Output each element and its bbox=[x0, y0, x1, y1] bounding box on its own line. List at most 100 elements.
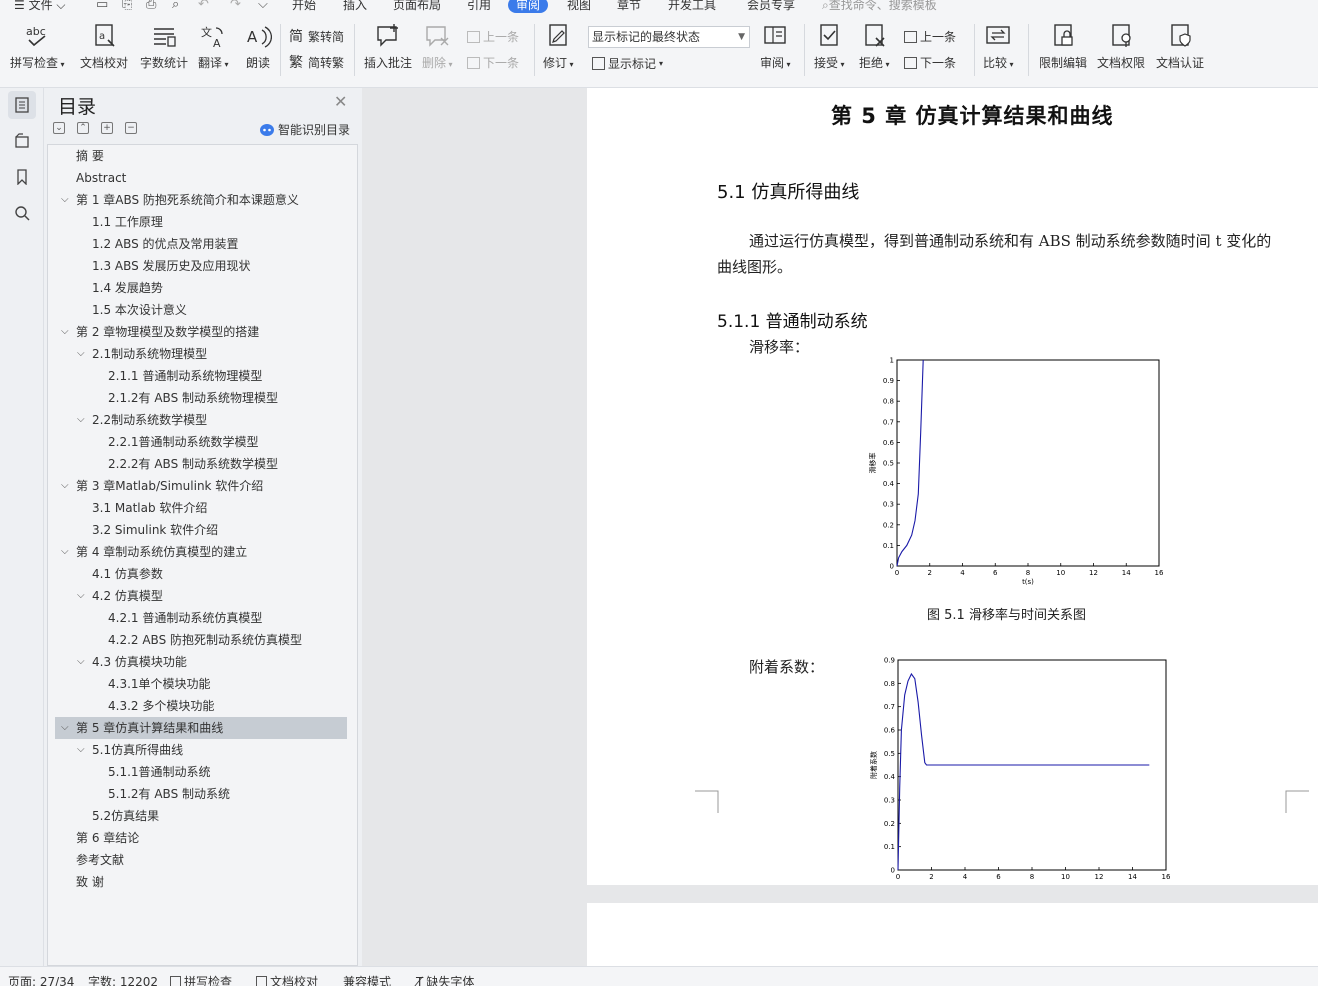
next-comment-button[interactable]: 下一条 bbox=[467, 54, 519, 71]
track-changes-button[interactable]: 修订 ▾ bbox=[543, 22, 574, 71]
preview-icon[interactable]: ⌕ bbox=[172, 0, 179, 12]
reject-button[interactable]: 拒绝 ▾ bbox=[859, 22, 890, 71]
missing-font-indicator[interactable]: T̸ 缺失字体 bbox=[416, 973, 474, 986]
delete-comment-button[interactable]: 删除 ▾ bbox=[422, 22, 453, 71]
bookmark-button[interactable] bbox=[8, 163, 36, 191]
toc-item[interactable]: 2.2.2有 ABS 制动系统数学模型 bbox=[48, 453, 348, 475]
toc-item[interactable]: 5.2仿真结果 bbox=[48, 805, 348, 827]
tab-insert[interactable]: 插入 bbox=[343, 0, 367, 13]
file-menu[interactable]: ☰ 文件 ⌵ bbox=[14, 0, 66, 13]
chevron-down-icon[interactable]: ⌵ bbox=[77, 343, 85, 365]
toc-item[interactable]: 4.3.1单个模块功能 bbox=[48, 673, 348, 695]
accept-button[interactable]: 接受 ▾ bbox=[814, 22, 845, 71]
status-proofread[interactable]: 文档校对 bbox=[256, 973, 318, 986]
toc-item[interactable]: ⌵ 第 2 章物理模型及数学模型的搭建 bbox=[48, 321, 348, 343]
toc-panel-button[interactable] bbox=[8, 91, 36, 119]
print-icon[interactable]: ⎙ bbox=[146, 0, 156, 12]
collapse-all-icon[interactable]: ⌄ bbox=[53, 122, 65, 134]
word-count-indicator[interactable]: 字数: 12202 bbox=[88, 973, 158, 986]
smart-toc-button[interactable]: 智能识别目录 bbox=[260, 121, 350, 138]
toc-item[interactable]: ⌵ 4.2 仿真模型 bbox=[48, 585, 348, 607]
expand-up-icon[interactable]: ⌃ bbox=[77, 122, 89, 134]
find-button[interactable] bbox=[8, 199, 36, 227]
toc-item[interactable]: 1.5 本次设计意义 bbox=[48, 299, 348, 321]
toc-item[interactable]: 4.2.2 ABS 防抱死制动系统仿真模型 bbox=[48, 629, 348, 651]
toc-item[interactable]: 摘 要 bbox=[48, 145, 348, 167]
chevron-down-icon[interactable]: ⌵ bbox=[61, 475, 69, 497]
insert-comment-button[interactable]: 插入批注 bbox=[364, 22, 412, 71]
toc-item[interactable]: 5.1.1普通制动系统 bbox=[48, 761, 348, 783]
toc-item[interactable]: 2.1.2有 ABS 制动系统物理模型 bbox=[48, 387, 348, 409]
next-change-button[interactable]: 下一条 bbox=[904, 54, 956, 71]
toc-item[interactable]: 参考文献 bbox=[48, 849, 348, 871]
toc-item[interactable]: 1.2 ABS 的优点及常用装置 bbox=[48, 233, 348, 255]
chevron-down-icon[interactable]: ⌵ bbox=[61, 189, 69, 211]
tab-layout[interactable]: 页面布局 bbox=[393, 0, 441, 13]
toc-item[interactable]: 3.1 Matlab 软件介绍 bbox=[48, 497, 348, 519]
doc-certify-button[interactable]: 文档认证 bbox=[1156, 22, 1204, 71]
show-markup-button[interactable]: 显示标记 ▾ bbox=[592, 55, 663, 72]
toc-item[interactable]: 4.2.1 普通制动系统仿真模型 bbox=[48, 607, 348, 629]
toc-item[interactable]: ⌵ 第 5 章仿真计算结果和曲线 bbox=[55, 717, 347, 739]
compat-mode-indicator[interactable]: 兼容模式 bbox=[343, 973, 391, 986]
toc-item[interactable]: 5.1.2有 ABS 制动系统 bbox=[48, 783, 348, 805]
chevron-down-icon[interactable]: ⌵ bbox=[61, 717, 69, 739]
toc-item[interactable]: 1.4 发展趋势 bbox=[48, 277, 348, 299]
tab-developer[interactable]: 开发工具 bbox=[668, 0, 716, 13]
export-icon[interactable]: ⎘ bbox=[122, 0, 132, 12]
tab-references[interactable]: 引用 bbox=[467, 0, 491, 13]
save-icon[interactable]: ▭ bbox=[96, 0, 108, 12]
toc-item[interactable]: 4.3.2 多个模块功能 bbox=[48, 695, 348, 717]
compare-button[interactable]: 比较 ▾ bbox=[983, 22, 1014, 71]
word-count-button[interactable]: 字数统计 bbox=[140, 22, 188, 71]
review-pane-button[interactable]: 审阅 ▾ bbox=[760, 22, 791, 71]
redo-icon[interactable]: ↷ bbox=[230, 0, 241, 12]
toc-item[interactable]: ⌵ 第 1 章ABS 防抱死系统简介和本课题意义 bbox=[48, 189, 348, 211]
proofread-button[interactable]: a 文档校对 bbox=[80, 22, 128, 71]
chevron-down-icon[interactable]: ⌵ bbox=[61, 321, 69, 343]
toc-item[interactable]: Abstract bbox=[48, 167, 348, 189]
trad-to-simp-button[interactable]: 简 繁转简 bbox=[289, 28, 344, 45]
markup-state-select[interactable]: 显示标记的最终状态 ▼ bbox=[588, 26, 750, 48]
chapter-nav-button[interactable] bbox=[8, 127, 36, 155]
chevron-down-icon[interactable]: ⌵ bbox=[77, 409, 85, 431]
add-level-icon[interactable]: + bbox=[101, 122, 113, 134]
toc-item[interactable]: ⌵ 2.2制动系统数学模型 bbox=[48, 409, 348, 431]
remove-level-icon[interactable]: − bbox=[125, 122, 137, 134]
toc-item[interactable]: 3.2 Simulink 软件介绍 bbox=[48, 519, 348, 541]
tab-view[interactable]: 视图 bbox=[567, 0, 591, 13]
status-spell-check[interactable]: 拼写检查 bbox=[170, 973, 232, 986]
toc-item[interactable]: 2.2.1普通制动系统数学模型 bbox=[48, 431, 348, 453]
simp-to-trad-button[interactable]: 繁 简转繁 bbox=[289, 54, 344, 71]
read-aloud-button[interactable]: A 朗读 bbox=[244, 22, 272, 71]
prev-change-button[interactable]: 上一条 bbox=[904, 28, 956, 45]
toc-item[interactable]: ⌵ 第 3 章Matlab/Simulink 软件介绍 bbox=[48, 475, 348, 497]
close-icon[interactable]: ✕ bbox=[334, 92, 347, 111]
toc-item[interactable]: ⌵ 4.3 仿真模块功能 bbox=[48, 651, 348, 673]
page-indicator[interactable]: 页面: 27/34 bbox=[8, 973, 74, 986]
toc-item[interactable]: 1.1 工作原理 bbox=[48, 211, 348, 233]
chevron-down-icon[interactable]: ⌵ bbox=[61, 541, 69, 563]
toc-item[interactable]: 致 谢 bbox=[48, 871, 348, 893]
restrict-edit-button[interactable]: 限制编辑 bbox=[1039, 22, 1087, 71]
undo-icon[interactable]: ↶ bbox=[198, 0, 209, 12]
tab-home[interactable]: 开始 bbox=[292, 0, 316, 13]
toc-item[interactable]: 1.3 ABS 发展历史及应用现状 bbox=[48, 255, 348, 277]
translate-button[interactable]: 文A 翻译 ▾ bbox=[198, 22, 229, 71]
toc-item[interactable]: ⌵ 5.1仿真所得曲线 bbox=[48, 739, 348, 761]
doc-permission-button[interactable]: 文档权限 bbox=[1097, 22, 1145, 71]
chevron-down-icon[interactable]: ⌵ bbox=[77, 585, 85, 607]
toc-item[interactable]: 第 6 章结论 bbox=[48, 827, 348, 849]
command-search[interactable]: ⌕查找命令、搜索模板 bbox=[822, 0, 937, 13]
toc-item[interactable]: 2.1.1 普通制动系统物理模型 bbox=[48, 365, 348, 387]
tab-review[interactable]: 审阅 bbox=[508, 0, 549, 13]
more-icon[interactable]: ⌵ bbox=[258, 0, 268, 12]
chevron-down-icon[interactable]: ⌵ bbox=[77, 739, 85, 761]
tab-chapter[interactable]: 章节 bbox=[617, 0, 641, 13]
toc-item[interactable]: ⌵ 第 4 章制动系统仿真模型的建立 bbox=[48, 541, 348, 563]
tab-member[interactable]: 会员专享 bbox=[747, 0, 795, 13]
prev-comment-button[interactable]: 上一条 bbox=[467, 28, 519, 45]
spell-check-button[interactable]: abc 拼写检查 ▾ bbox=[10, 22, 65, 71]
chevron-down-icon[interactable]: ⌵ bbox=[77, 651, 85, 673]
toc-item[interactable]: 4.1 仿真参数 bbox=[48, 563, 348, 585]
